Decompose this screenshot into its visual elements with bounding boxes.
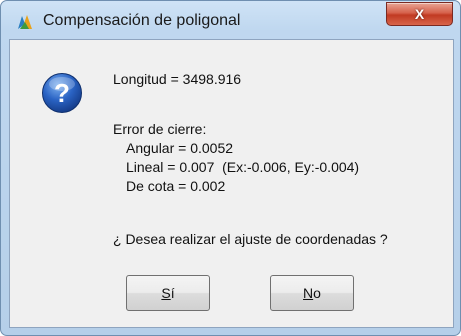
svg-text:?: ? xyxy=(54,78,70,108)
dialog-body: ? Longitud = 3498.916 Error de cierre: A… xyxy=(9,39,454,328)
no-label-rest: o xyxy=(313,285,321,301)
yes-label-rest: í xyxy=(170,285,175,301)
question-text: ¿ Desea realizar el ajuste de coordenada… xyxy=(113,231,388,247)
length-text: Longitud = 3498.916 xyxy=(113,71,242,87)
dialog-window: Compensación de poligonal X ? Longitud =… xyxy=(0,0,461,336)
error-heading: Error de cierre: xyxy=(113,121,207,137)
close-icon: X xyxy=(414,6,425,22)
no-mnemonic: N xyxy=(303,285,314,301)
no-button[interactable]: No xyxy=(270,275,354,311)
elevation-error-text: De cota = 0.002 xyxy=(126,178,226,194)
question-icon: ? xyxy=(42,73,82,113)
yes-mnemonic: S xyxy=(161,285,171,301)
linear-error-text: Lineal = 0.007 (Ex:-0.006, Ey:-0.004) xyxy=(126,159,360,175)
title-bar[interactable]: Compensación de poligonal X xyxy=(1,1,460,39)
close-button[interactable]: X xyxy=(386,2,453,26)
window-title: Compensación de poligonal xyxy=(43,12,241,29)
angular-error-text: Angular = 0.0052 xyxy=(126,140,234,156)
app-logo-icon xyxy=(18,15,32,29)
yes-button[interactable]: Sí xyxy=(126,275,210,311)
